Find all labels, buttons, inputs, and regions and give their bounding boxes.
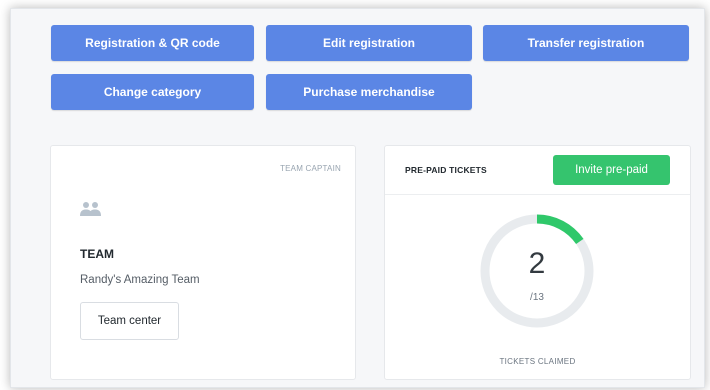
tickets-card-header: PRE-PAID TICKETS Invite pre-paid xyxy=(385,146,690,195)
tickets-claimed-arc xyxy=(536,214,584,245)
team-heading: TEAM xyxy=(80,247,114,261)
team-icon xyxy=(80,201,102,222)
tickets-total: /13 xyxy=(530,292,544,303)
tickets-claimed-label: TICKETS CLAIMED xyxy=(499,357,576,366)
team-captain-label: TEAM CAPTAIN xyxy=(280,164,341,173)
purchase-merchandise-button[interactable]: Purchase merchandise xyxy=(266,74,472,110)
team-card: TEAM CAPTAIN TEAM Randy's Amazing Team T… xyxy=(50,145,356,380)
invite-prepaid-button[interactable]: Invite pre-paid xyxy=(553,155,670,185)
prepaid-tickets-card: PRE-PAID TICKETS Invite pre-paid 2 /13 T… xyxy=(384,145,691,380)
change-category-button[interactable]: Change category xyxy=(51,74,254,110)
registration-panel: Registration & QR code Edit registration… xyxy=(10,8,705,388)
edit-registration-button[interactable]: Edit registration xyxy=(266,25,472,61)
registration-qr-button[interactable]: Registration & QR code xyxy=(51,25,254,61)
team-center-button[interactable]: Team center xyxy=(80,302,179,340)
tickets-claimed-count: 2 xyxy=(528,247,546,280)
team-name: Randy's Amazing Team xyxy=(80,274,200,286)
prepaid-tickets-title: PRE-PAID TICKETS xyxy=(405,165,487,175)
transfer-registration-button[interactable]: Transfer registration xyxy=(483,25,689,61)
